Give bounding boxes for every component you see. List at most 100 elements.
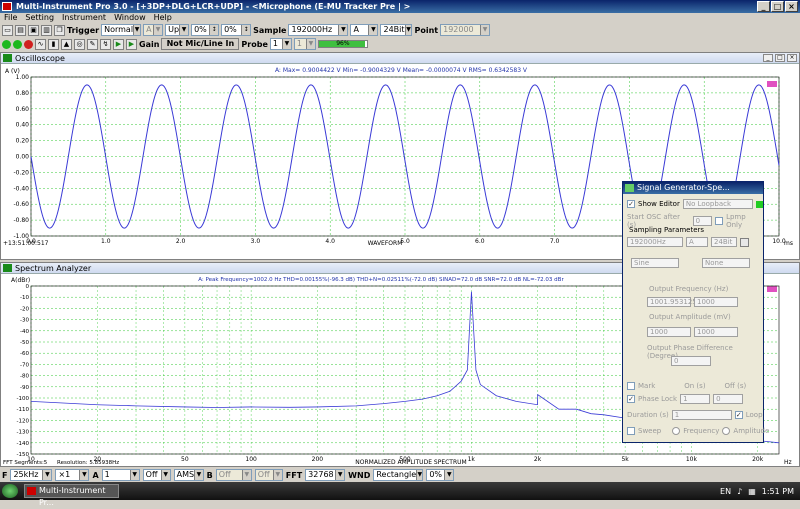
- close-button[interactable]: ×: [785, 1, 798, 12]
- save-icon[interactable]: ▣: [28, 24, 39, 36]
- print-icon[interactable]: ▥: [41, 24, 52, 36]
- spec-y-tick-label: -30: [20, 318, 29, 324]
- waveform-b-select[interactable]: None: [702, 258, 750, 268]
- trigger-mode-select[interactable]: Normal ▼: [101, 24, 142, 36]
- run-indicator-icon[interactable]: [2, 39, 11, 49]
- channel-b-off-select[interactable]: Off ▼: [254, 469, 283, 481]
- loop-label: Loop: [745, 411, 763, 419]
- frequency-a-input[interactable]: 1001.953125: [647, 297, 697, 307]
- channel-select[interactable]: A ▼: [350, 24, 379, 36]
- trigger-edge-select[interactable]: Up ▼: [165, 24, 190, 36]
- record-indicator-icon[interactable]: [13, 39, 22, 49]
- frequency-b-input[interactable]: 1000: [694, 297, 738, 307]
- loopback-select[interactable]: No Loopback: [682, 199, 753, 209]
- spectrum-title: Spectrum Analyzer: [15, 264, 92, 273]
- osc-x-tick-label: 1.0: [101, 238, 111, 245]
- on-label: On (s): [684, 382, 706, 390]
- osc-y-tick-label: 1.00: [16, 74, 30, 81]
- open-folder-icon[interactable]: ▤: [15, 24, 26, 36]
- spec-y-tick-label: -80: [20, 374, 29, 380]
- spec-x-tick-label: 2k: [534, 456, 542, 463]
- window-function-select[interactable]: Rectangle ▼: [373, 469, 424, 481]
- oscilloscope-tool-icon[interactable]: ∿: [35, 38, 46, 50]
- sampling-bits-select[interactable]: 24Bit: [711, 237, 737, 247]
- zoom-select[interactable]: ×1 ▼: [55, 469, 90, 481]
- overlap-select[interactable]: 0% ▼: [426, 469, 455, 481]
- spec-y-tick-label: -100: [17, 396, 30, 402]
- input-source-button[interactable]: Not Mic/Line In: [161, 38, 240, 50]
- show-editor-label: Show Editor: [638, 200, 680, 208]
- channel-a-label: A: [92, 470, 99, 480]
- spectrum-icon: [3, 264, 12, 272]
- generator-tool-icon[interactable]: ↯: [100, 38, 111, 50]
- menu-window[interactable]: Window: [114, 13, 146, 23]
- channel-b-select[interactable]: Off ▼: [215, 469, 252, 481]
- off-input[interactable]: 0: [713, 394, 744, 404]
- chart-tool-icon[interactable]: ▲: [61, 38, 72, 50]
- osc-x-tick-label: 4.0: [325, 238, 335, 245]
- volume-icon[interactable]: ♪: [737, 487, 742, 496]
- gain-label: Gain: [139, 39, 160, 49]
- stop-indicator-icon[interactable]: [24, 39, 33, 49]
- meter-tool-icon[interactable]: ◎: [74, 38, 85, 50]
- mark-checkbox[interactable]: [627, 382, 635, 390]
- menu-instrument[interactable]: Instrument: [62, 13, 106, 23]
- sampling-rate-select[interactable]: 192000Hz: [627, 237, 683, 247]
- lpmp-only-checkbox[interactable]: [715, 217, 724, 225]
- menu-file[interactable]: File: [4, 13, 17, 23]
- points-select[interactable]: 192000 ▼: [440, 24, 491, 36]
- channel-a-off-select[interactable]: Off ▼: [142, 469, 171, 481]
- taskbar-app-item[interactable]: Multi-Instrument Pr...: [24, 484, 119, 507]
- probe-a-select[interactable]: 1 ▼: [269, 38, 292, 50]
- menu-setting[interactable]: Setting: [25, 13, 54, 23]
- minimize-button[interactable]: _: [757, 1, 770, 12]
- spectrum-tool-icon[interactable]: ▮: [48, 38, 59, 50]
- waveform-a-select[interactable]: Sine: [631, 258, 679, 268]
- channel-a-count-select[interactable]: 1 ▼: [101, 469, 140, 481]
- spec-x-tick-label: 20k: [752, 456, 764, 463]
- trigger-channel-select[interactable]: A ▼: [143, 24, 164, 36]
- menu-help[interactable]: Help: [154, 13, 172, 23]
- sweep-checkbox[interactable]: [627, 427, 635, 435]
- start-button[interactable]: [2, 484, 18, 498]
- probe-b-select[interactable]: 1 ▼: [293, 38, 316, 50]
- bit-depth-select[interactable]: 24Bit ▼: [380, 24, 413, 36]
- show-editor-checkbox[interactable]: ✓: [627, 200, 635, 208]
- sweep-frequency-radio[interactable]: [672, 427, 681, 435]
- spectrum-stats: A: Peak Frequency=1002.0 Hz THD=0.00155%…: [198, 277, 564, 283]
- sample-rate-select[interactable]: 192000Hz ▼: [288, 24, 349, 36]
- toolbar-bottom: ∿ ▮ ▲ ◎ ✎ ↯ ▶ ▶ Gain Not Mic/Line In Pro…: [0, 37, 800, 51]
- amplitude-a-input[interactable]: 1000: [647, 327, 691, 337]
- clock[interactable]: 1:51 PM: [762, 487, 794, 496]
- copy-icon[interactable]: ❐: [54, 24, 65, 36]
- duration-label: Duration (s): [627, 411, 669, 419]
- lpmp-only-label: Lpmp Only: [726, 213, 746, 229]
- trigger-level-spinner[interactable]: 0% ↕: [191, 24, 220, 36]
- phase-lock-checkbox[interactable]: ✓: [627, 395, 635, 403]
- play-loop-icon[interactable]: ▶: [126, 38, 137, 50]
- new-file-icon[interactable]: ▭: [2, 24, 13, 36]
- oscilloscope-minimize-button[interactable]: _: [763, 54, 773, 62]
- osc-y-tick-label: -1.00: [13, 233, 29, 240]
- oscilloscope-restore-button[interactable]: □: [775, 54, 785, 62]
- oscilloscope-close-button[interactable]: ×: [787, 54, 797, 62]
- pretrigger-spinner[interactable]: 0% ↕: [221, 24, 252, 36]
- on-input[interactable]: 1: [680, 394, 711, 404]
- amplitude-b-input[interactable]: 1000: [694, 327, 738, 337]
- start-osc-input[interactable]: 0: [692, 216, 713, 226]
- oscilloscope-xlabel: WAVEFORM: [368, 240, 403, 247]
- duration-input[interactable]: 1: [671, 410, 732, 420]
- phase-input[interactable]: 0: [671, 356, 711, 366]
- play-icon[interactable]: ▶: [113, 38, 124, 50]
- save-settings-icon[interactable]: [740, 237, 749, 247]
- fft-size-select[interactable]: 32768 ▼: [305, 469, 346, 481]
- ams-select[interactable]: AMS ▼: [173, 469, 204, 481]
- probe-tool-icon[interactable]: ✎: [87, 38, 98, 50]
- language-indicator[interactable]: EN: [720, 487, 731, 496]
- sweep-amplitude-radio[interactable]: [722, 427, 731, 435]
- network-icon[interactable]: ▦: [748, 487, 756, 496]
- loop-checkbox[interactable]: ✓: [734, 411, 743, 419]
- fft-range-select[interactable]: 25kHz ▼: [10, 469, 53, 481]
- sampling-channel-select[interactable]: A: [686, 237, 708, 247]
- maximize-button[interactable]: □: [771, 1, 784, 12]
